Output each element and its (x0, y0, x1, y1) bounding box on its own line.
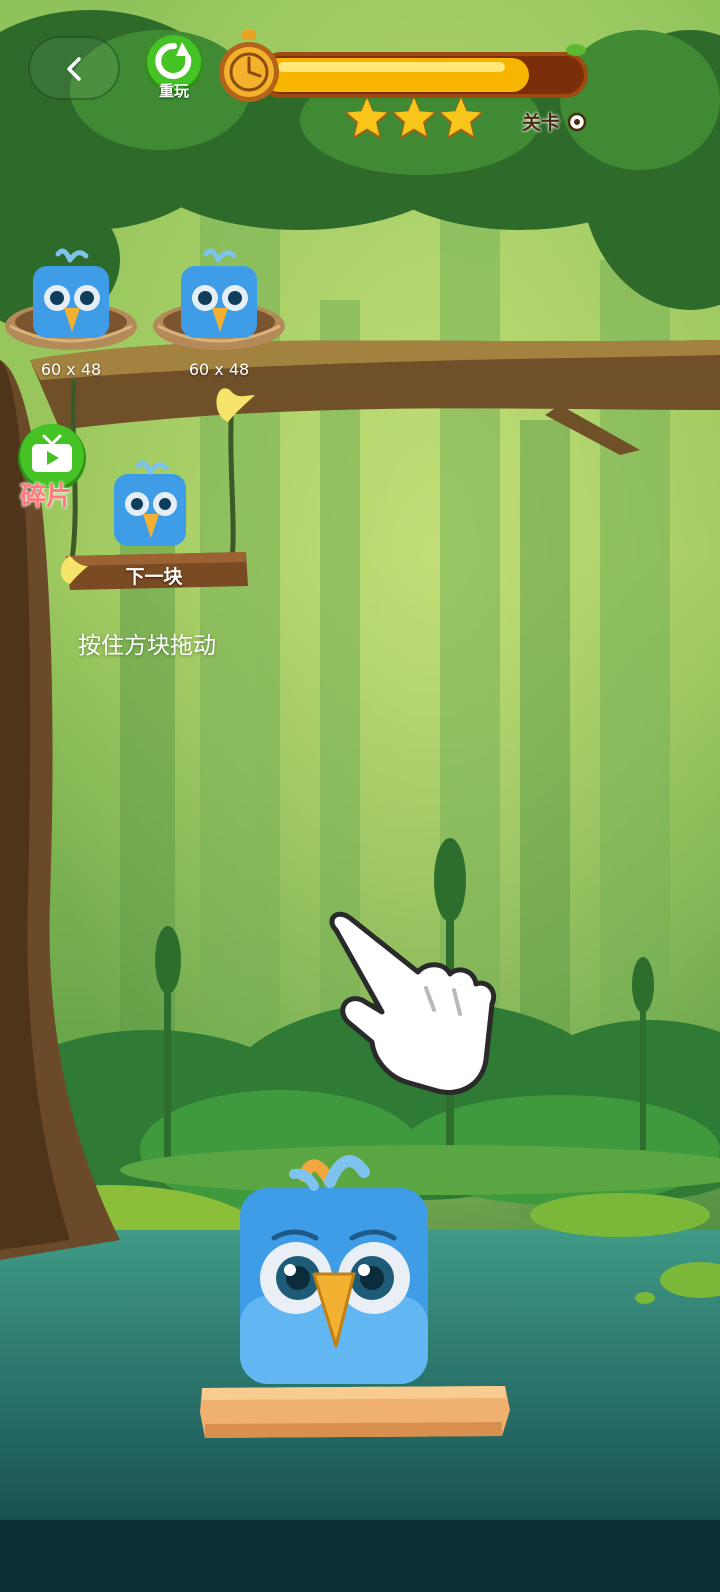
game-screen: 重玩 关卡 60 x 48 60 x 48 碎片 下一块 按住方块拖动 (0, 0, 720, 1592)
fragments-label: 碎片 (20, 482, 73, 512)
stars-rating (344, 96, 484, 140)
nest-size-label: 60 x 48 (40, 360, 102, 379)
nest-slot-1[interactable]: 60 x 48 (0, 246, 142, 386)
level-indicator-icon (567, 112, 586, 132)
replay-button[interactable]: 重玩 (142, 34, 206, 100)
next-block-bird (114, 460, 186, 546)
nest-size-label: 60 x 48 (188, 360, 250, 379)
nest-icon (153, 248, 285, 350)
current-bird-block[interactable] (234, 1146, 434, 1386)
back-button[interactable] (28, 36, 120, 100)
wooden-platform (200, 1386, 510, 1438)
stopwatch-icon (219, 30, 279, 102)
chevron-left-icon (67, 57, 81, 81)
drag-hint-text: 按住方块拖动 (78, 633, 216, 659)
nest-slot-2[interactable]: 60 x 48 (148, 246, 290, 386)
next-block-label: 下一块 (125, 566, 183, 588)
nest-icon (5, 248, 137, 350)
level-label: 关卡 (522, 108, 587, 135)
pointing-hand-icon (329, 911, 496, 1095)
replay-label: 重玩 (158, 82, 189, 100)
